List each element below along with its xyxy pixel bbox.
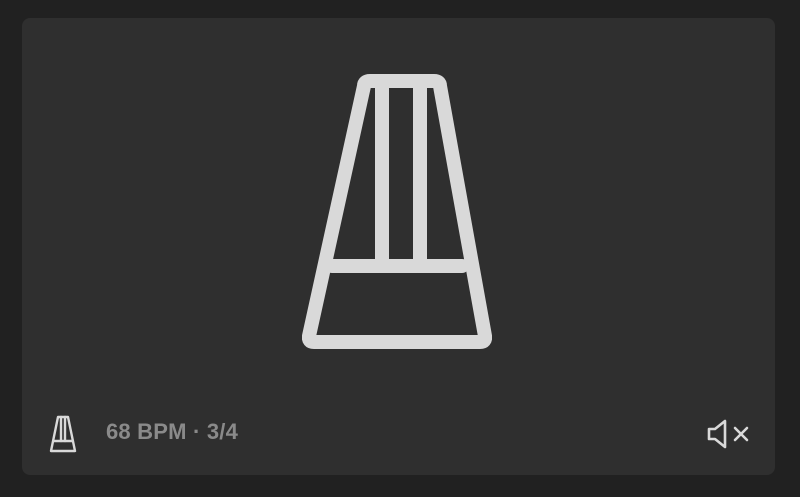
metronome-icon (49, 415, 77, 453)
tempo-status-text: 68 BPM · 3/4 (106, 419, 239, 444)
metronome-card: 68 BPM · 3/4 (22, 18, 775, 475)
status-bar: 68 BPM · 3/4 (22, 413, 775, 455)
mute-button[interactable] (703, 415, 757, 453)
speaker-muted-icon (707, 419, 749, 449)
metronome-icon (302, 74, 492, 349)
